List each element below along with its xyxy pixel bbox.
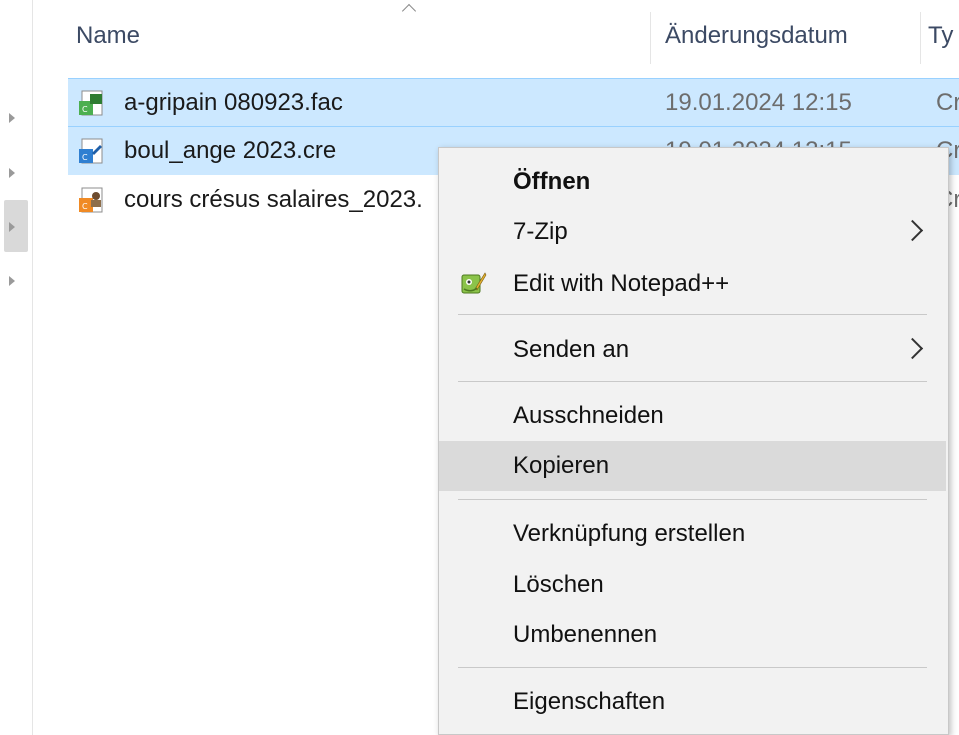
cresus-accounting-icon: C <box>79 138 103 164</box>
cresus-salary-icon: C <box>79 187 103 213</box>
column-type[interactable]: Ty <box>928 22 953 50</box>
menu-item-open[interactable]: Öffnen <box>439 157 946 207</box>
column-header: Name Änderungsdatum Ty <box>60 0 959 70</box>
chevron-right-icon <box>901 337 924 360</box>
menu-separator <box>458 667 927 668</box>
sort-ascending-icon <box>401 3 417 19</box>
file-name: cours crésus salaires_2023. <box>124 186 423 213</box>
menu-item-label: Edit with Notepad++ <box>513 270 730 297</box>
expand-arrow-icon[interactable] <box>9 222 15 232</box>
menu-item-label: Senden an <box>513 336 630 363</box>
menu-item-label: Öffnen <box>513 168 591 195</box>
menu-item-send-to[interactable]: Senden an <box>439 325 946 375</box>
column-divider[interactable] <box>920 12 921 64</box>
menu-item-delete[interactable]: Löschen <box>439 560 946 610</box>
menu-item-cut[interactable]: Ausschneiden <box>439 391 946 441</box>
expand-arrow-icon[interactable] <box>9 276 15 286</box>
navigation-pane <box>0 0 33 735</box>
menu-item-create-shortcut[interactable]: Verknüpfung erstellen <box>439 509 946 559</box>
svg-text:C: C <box>82 153 88 162</box>
file-row[interactable]: C a-gripain 080923.fac 19.01.2024 12:15 … <box>68 78 959 127</box>
file-date: 19.01.2024 12:15 <box>665 89 852 116</box>
menu-item-label: Ausschneiden <box>513 402 664 429</box>
cresus-invoice-icon: C <box>79 90 103 116</box>
file-name: a-gripain 080923.fac <box>124 89 343 116</box>
menu-item-properties[interactable]: Eigenschaften <box>439 677 946 727</box>
notepadpp-icon <box>461 272 487 294</box>
svg-text:C: C <box>82 105 88 114</box>
expand-arrow-icon[interactable] <box>9 168 15 178</box>
menu-item-7zip[interactable]: 7-Zip <box>439 207 946 257</box>
menu-item-label: Umbenennen <box>513 621 658 648</box>
context-menu: Öffnen 7-Zip Edit with Notepad++ Senden … <box>438 147 949 735</box>
column-name[interactable]: Name <box>76 22 140 50</box>
menu-item-label: 7-Zip <box>513 218 568 245</box>
menu-item-copy[interactable]: Kopieren <box>439 441 946 491</box>
column-divider[interactable] <box>650 12 651 64</box>
menu-item-edit-notepadpp[interactable]: Edit with Notepad++ <box>439 259 946 309</box>
svg-text:C: C <box>82 202 88 211</box>
expand-arrow-icon[interactable] <box>9 113 15 123</box>
menu-item-rename[interactable]: Umbenennen <box>439 610 946 660</box>
chevron-right-icon <box>901 219 924 242</box>
menu-separator <box>458 381 927 382</box>
menu-separator <box>458 314 927 315</box>
nav-item-highlight[interactable] <box>4 200 28 252</box>
file-type: Cr <box>936 89 959 116</box>
menu-separator <box>458 499 927 500</box>
menu-item-label: Eigenschaften <box>513 688 666 715</box>
menu-item-label: Verknüpfung erstellen <box>513 520 746 547</box>
column-date-modified[interactable]: Änderungsdatum <box>665 22 848 50</box>
file-name: boul_ange 2023.cre <box>124 137 337 164</box>
menu-item-label: Kopieren <box>513 452 610 479</box>
menu-item-label: Löschen <box>513 571 604 598</box>
